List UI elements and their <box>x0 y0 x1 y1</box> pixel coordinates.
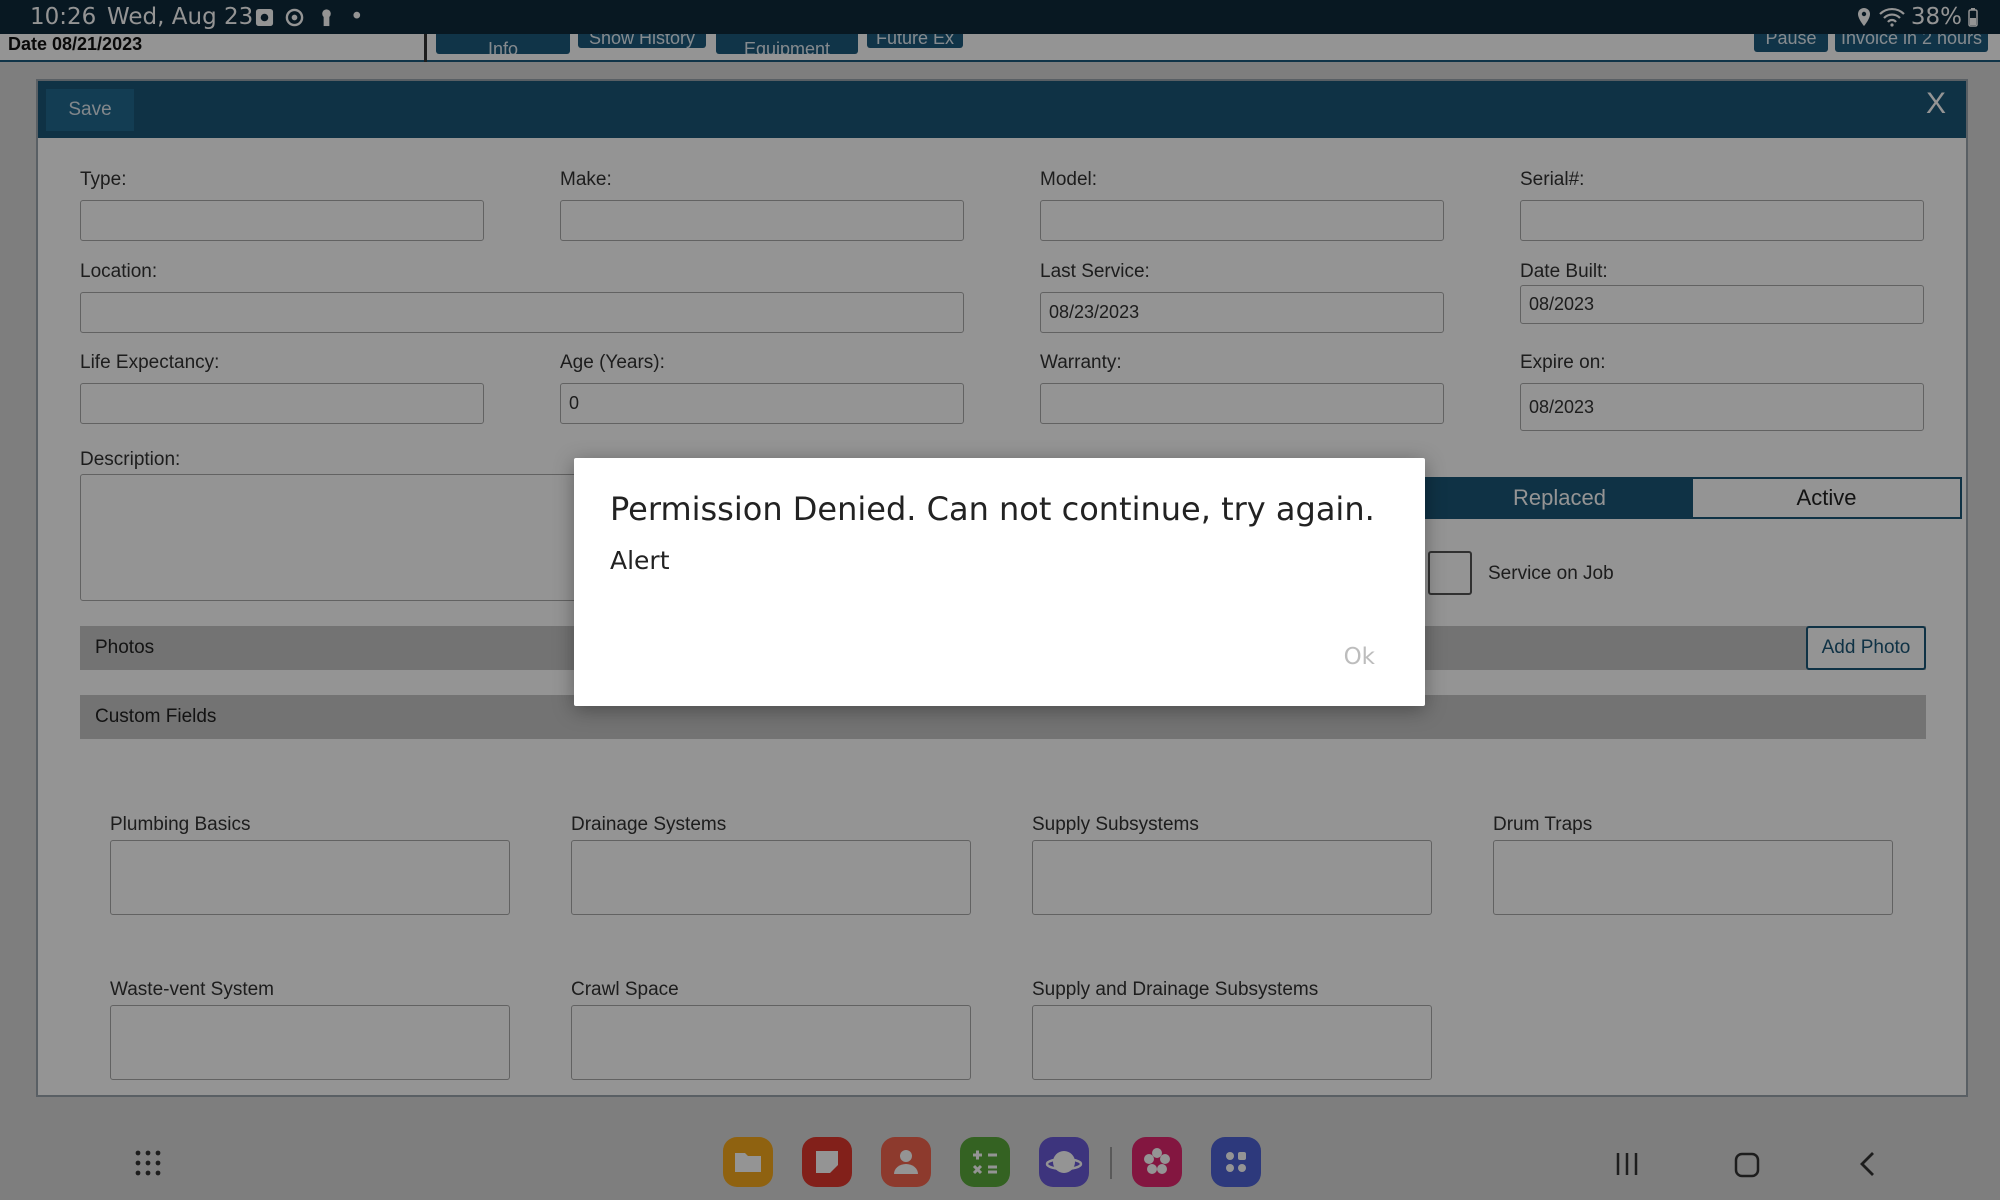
dialog-message: Alert <box>610 546 670 575</box>
ok-button[interactable]: Ok <box>1344 644 1375 670</box>
alert-dialog: Permission Denied. Can not continue, try… <box>574 458 1425 706</box>
dialog-title: Permission Denied. Can not continue, try… <box>610 490 1375 528</box>
